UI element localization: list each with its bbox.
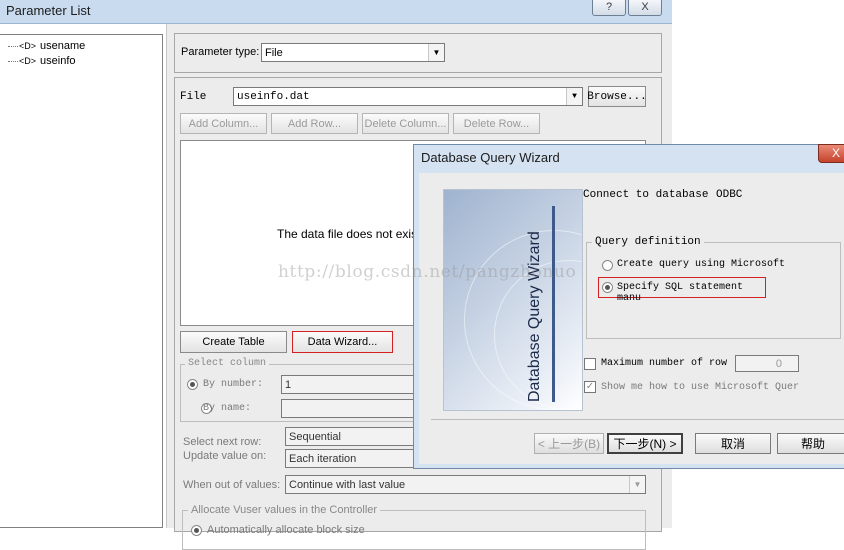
tree-item-label: usename <box>40 40 86 52</box>
allocate-group: Allocate Vuser values in the Controller … <box>182 504 646 550</box>
next-button[interactable]: 下一步(N) > <box>607 433 683 454</box>
show-me-label: Show me how to use Microsoft Quer <box>601 382 800 393</box>
delete-column-button[interactable]: Delete Column... <box>362 113 449 134</box>
by-number-radio[interactable] <box>187 379 198 390</box>
allocate-legend: Allocate Vuser values in the Controller <box>188 504 381 516</box>
max-rows-checkbox[interactable] <box>584 358 596 370</box>
show-me-checkbox[interactable]: ✓ <box>584 381 596 393</box>
update-value-label: Update value on: <box>183 450 267 462</box>
update-value-value: Each iteration <box>289 452 357 465</box>
parameter-type-label: Parameter type: <box>181 46 260 58</box>
close-icon: X <box>831 146 840 160</box>
tree-item-label: useinfo <box>40 55 76 67</box>
help-button-dialog[interactable]: 帮助 <box>777 433 844 454</box>
window-titlebar: Parameter List ? X <box>0 0 672 24</box>
tree-item-useinfo[interactable]: <D> useinfo <box>8 55 76 67</box>
select-column-legend: Select column <box>185 358 270 369</box>
parameter-type-select[interactable]: File ▼ <box>261 43 445 62</box>
connect-value: ODBC <box>716 189 743 201</box>
browse-button[interactable]: Browse... <box>587 86 647 107</box>
max-rows-label: Maximum number of row <box>601 358 728 369</box>
database-query-wizard-dialog: Database Query Wizard X Database Query W… <box>413 144 844 469</box>
help-button[interactable]: ? <box>592 0 626 16</box>
dialog-separator <box>431 419 844 420</box>
cancel-button[interactable]: 取消 <box>695 433 771 454</box>
dialog-content: Database Query Wizard Connect to databas… <box>419 173 844 464</box>
file-label: File <box>180 91 207 103</box>
dialog-close-button[interactable]: X <box>818 144 844 163</box>
file-path-value: useinfo.dat <box>237 90 310 103</box>
by-name-field[interactable] <box>281 399 421 418</box>
data-wizard-button[interactable]: Data Wizard... <box>292 331 393 353</box>
create-query-radio[interactable] <box>602 260 613 271</box>
delete-row-button[interactable]: Delete Row... <box>453 113 540 134</box>
select-next-row-value: Sequential <box>289 430 341 443</box>
update-value-select[interactable]: Each iteration <box>285 449 415 468</box>
tree-branch <box>8 45 18 47</box>
parameter-tree: <D> usename <D> useinfo <box>0 34 163 528</box>
data-type-icon: <D> <box>19 41 37 51</box>
window-title: Parameter List <box>6 3 91 18</box>
query-definition-legend: Query definition <box>592 236 704 248</box>
chevron-down-icon: ▼ <box>428 44 444 61</box>
create-query-label: Create query using Microsoft <box>617 259 786 270</box>
by-name-label: By name: <box>203 403 252 414</box>
create-table-button[interactable]: Create Table <box>180 331 287 353</box>
max-rows-field[interactable]: 0 <box>735 355 799 372</box>
window-close-button[interactable]: X <box>628 0 662 16</box>
auto-allocate-radio[interactable] <box>191 525 202 536</box>
tree-branch <box>8 60 18 62</box>
specify-sql-label: Specify SQL statement manu <box>617 282 744 304</box>
parameter-type-value: File <box>265 46 283 59</box>
close-icon: X <box>641 1 649 13</box>
connect-label: Connect to database <box>583 189 709 201</box>
specify-sql-option[interactable]: Specify SQL statement manu <box>598 277 766 304</box>
parameter-type-group: Parameter type: File ▼ <box>174 33 662 73</box>
select-next-row-label: Select next row: <box>183 436 262 448</box>
data-file-message: The data file does not exist. T <box>277 227 435 241</box>
specify-sql-radio[interactable] <box>602 282 613 293</box>
out-of-values-value: Continue with last value <box>289 478 406 491</box>
out-of-values-select[interactable]: Continue with last value ▼ <box>285 475 646 494</box>
wizard-banner-text: Database Query Wizard <box>526 231 543 402</box>
max-rows-value: 0 <box>775 357 782 370</box>
by-number-value: 1 <box>285 378 292 391</box>
select-next-row-select[interactable]: Sequential <box>285 427 415 446</box>
data-type-icon: <D> <box>19 56 37 66</box>
watermark: http://blog.csdn.net/pangzhonuo <box>278 262 577 282</box>
chevron-down-icon: ▼ <box>566 88 582 105</box>
add-column-button[interactable]: Add Column... <box>180 113 267 134</box>
tree-item-usename[interactable]: <D> usename <box>8 40 85 52</box>
dialog-title: Database Query Wizard <box>421 150 560 165</box>
chevron-down-icon: ▼ <box>629 476 645 493</box>
auto-allocate-label: Automatically allocate block size <box>207 524 365 536</box>
back-button[interactable]: < 上一步(B) <box>534 433 604 454</box>
out-of-values-label: When out of values: <box>183 479 281 491</box>
add-row-button[interactable]: Add Row... <box>271 113 358 134</box>
wizard-banner-image: Database Query Wizard <box>443 189 583 411</box>
by-number-label: By number: <box>203 379 264 390</box>
by-number-field[interactable]: 1 <box>281 375 421 394</box>
file-path-select[interactable]: useinfo.dat ▼ <box>233 87 583 106</box>
help-icon: ? <box>605 1 613 13</box>
query-definition-group: Query definition Create query using Micr… <box>586 236 841 339</box>
